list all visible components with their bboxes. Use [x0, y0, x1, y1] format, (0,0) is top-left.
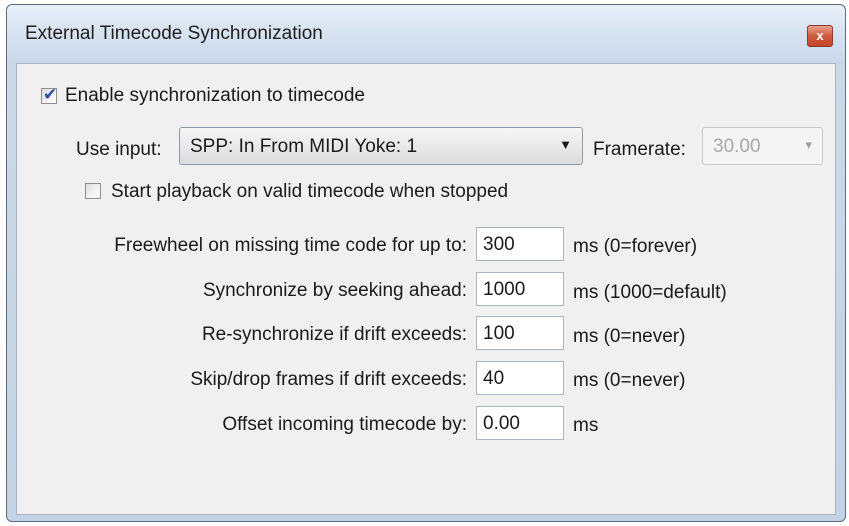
offset-unit: ms	[573, 415, 599, 436]
offset-input[interactable]: 0.00	[476, 406, 564, 440]
resync-unit: ms (0=never)	[573, 326, 686, 347]
freewheel-input[interactable]: 300	[476, 227, 564, 261]
skip-drop-label: Skip/drop frames if drift exceeds:	[190, 369, 467, 390]
seek-ahead-label: Synchronize by seeking ahead:	[202, 280, 467, 301]
seek-ahead-value: 1000	[483, 279, 526, 300]
title-bar[interactable]: External Timecode Synchronization x	[7, 5, 845, 63]
freewheel-value: 300	[483, 234, 515, 255]
freewheel-unit: ms (0=forever)	[573, 236, 698, 257]
close-button[interactable]: x	[807, 25, 833, 47]
skip-drop-input[interactable]: 40	[476, 361, 564, 395]
input-select-value: SPP: In From MIDI Yoke: 1	[190, 136, 418, 157]
resync-input[interactable]: 100	[476, 316, 564, 350]
enable-sync-label[interactable]: Enable synchronization to timecode	[65, 85, 365, 107]
input-select[interactable]: SPP: In From MIDI Yoke: 1 ▼	[179, 127, 583, 165]
dialog-title: External Timecode Synchronization	[25, 23, 323, 44]
skip-drop-unit: ms (0=never)	[573, 370, 686, 391]
start-playback-label[interactable]: Start playback on valid timecode when st…	[111, 181, 508, 203]
framerate-select[interactable]: 30.00 ▾	[702, 127, 823, 165]
enable-sync-checkbox[interactable]: ✔	[41, 85, 58, 104]
close-icon: x	[816, 28, 824, 43]
resync-value: 100	[483, 323, 515, 344]
offset-value: 0.00	[483, 413, 520, 434]
freewheel-label: Freewheel on missing time code for up to…	[114, 235, 467, 256]
chevron-down-icon: ▼	[559, 137, 572, 152]
use-input-label: Use input:	[76, 139, 162, 160]
dialog-window: External Timecode Synchronization x ✔ En…	[6, 4, 846, 522]
dialog-body: ✔ Enable synchronization to timecode Use…	[16, 63, 836, 515]
seek-ahead-unit: ms (1000=default)	[573, 282, 727, 303]
resync-label: Re-synchronize if drift exceeds:	[201, 324, 467, 345]
skip-drop-value: 40	[483, 368, 505, 389]
chevron-down-icon: ▾	[805, 137, 812, 152]
offset-label: Offset incoming timecode by:	[222, 414, 467, 435]
framerate-label: Framerate:	[593, 139, 686, 160]
seek-ahead-input[interactable]: 1000	[476, 272, 564, 306]
start-playback-checkbox[interactable]	[85, 183, 101, 199]
framerate-select-value: 30.00	[713, 136, 761, 157]
checkmark-icon: ✔	[43, 85, 58, 104]
